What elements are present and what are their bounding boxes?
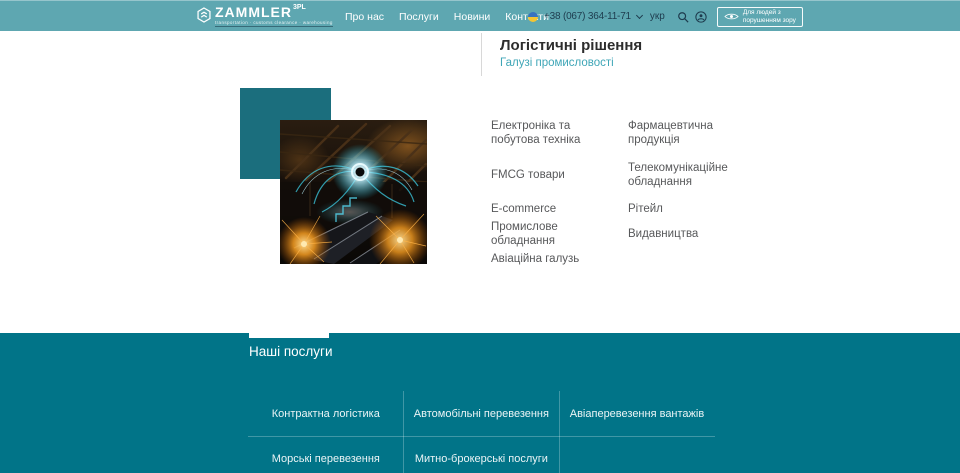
header-right-group: +38 (067) 364-11-71 укр [528, 1, 803, 32]
services-grid-empty-cell [559, 436, 715, 473]
service-link-road-transport[interactable]: Автомобільні перевезення [414, 408, 549, 420]
eye-icon [724, 9, 739, 24]
industries-breadcrumb-link[interactable]: Галузі промисловості [500, 57, 614, 69]
industry-link-telecom[interactable]: Телекомунікаційне обладнання [628, 161, 745, 190]
industry-link-aviation[interactable]: Авіаційна галузь [491, 252, 628, 266]
heading-divider-line [481, 33, 482, 76]
industry-link-industrial-equipment[interactable]: Промислове обладнання [491, 220, 628, 249]
services-section-title: Наші послуги [249, 344, 333, 359]
warehouse-lightpainting-photo [280, 120, 427, 264]
services-divider-vertical-2 [559, 391, 560, 473]
service-link-customs-brokerage[interactable]: Митно-брокерські послуги [415, 453, 548, 465]
visually-impaired-version-button[interactable]: Для людей з порушенням зору [717, 7, 803, 27]
decorative-white-notch [249, 333, 329, 338]
nav-item-about[interactable]: Про нас [345, 11, 384, 23]
industry-link-fmcg[interactable]: FMCG товари [491, 168, 628, 182]
logo-3pl-superscript: 3PL [293, 4, 306, 11]
main-nav: Про нас Послуги Новини Контакти [345, 1, 549, 32]
services-divider-horizontal [248, 436, 715, 437]
industry-link-publishing[interactable]: Видавництва [628, 227, 745, 241]
chevron-down-icon[interactable] [636, 11, 643, 18]
industries-list: Електроніка та побутова техніка Фармацев… [491, 119, 745, 265]
industry-link-pharma[interactable]: Фармацевтична продукція [628, 119, 745, 148]
logo-tagline: transportation · customs clearance · war… [215, 20, 333, 27]
phone-number[interactable]: +38 (067) 364-11-71 [544, 11, 631, 22]
industry-link-retail[interactable]: Рітейл [628, 202, 745, 216]
nav-item-news[interactable]: Новини [454, 11, 491, 23]
service-link-air-freight[interactable]: Авіаперевезення вантажів [570, 408, 704, 420]
nav-item-services[interactable]: Послуги [399, 11, 439, 23]
logo-name: ZAMMLER [215, 5, 292, 19]
language-selector[interactable]: укр [650, 11, 665, 22]
ukraine-flag-icon [528, 12, 538, 22]
user-icon[interactable] [695, 11, 707, 23]
zammler-logo[interactable]: ZAMMLER 3PL transportation · customs cle… [197, 5, 333, 28]
top-header-bar: ZAMMLER 3PL transportation · customs cle… [0, 0, 960, 31]
service-link-contract-logistics[interactable]: Контрактна логістика [272, 408, 380, 420]
services-grid: Контрактна логістика Автомобільні переве… [248, 391, 715, 473]
industry-link-ecommerce[interactable]: E-commerce [491, 202, 628, 216]
service-link-sea-transport[interactable]: Морські перевезення [272, 453, 380, 465]
page: ZAMMLER 3PL transportation · customs cle… [0, 0, 960, 473]
services-divider-vertical-1 [403, 391, 404, 473]
zammler-hexagon-icon [197, 7, 211, 28]
search-icon[interactable] [677, 11, 689, 23]
a11y-button-label: Для людей з порушенням зору [743, 9, 796, 25]
page-title: Логістичні рішення [500, 37, 642, 54]
industry-link-electronics[interactable]: Електроніка та побутова техніка [491, 119, 628, 148]
